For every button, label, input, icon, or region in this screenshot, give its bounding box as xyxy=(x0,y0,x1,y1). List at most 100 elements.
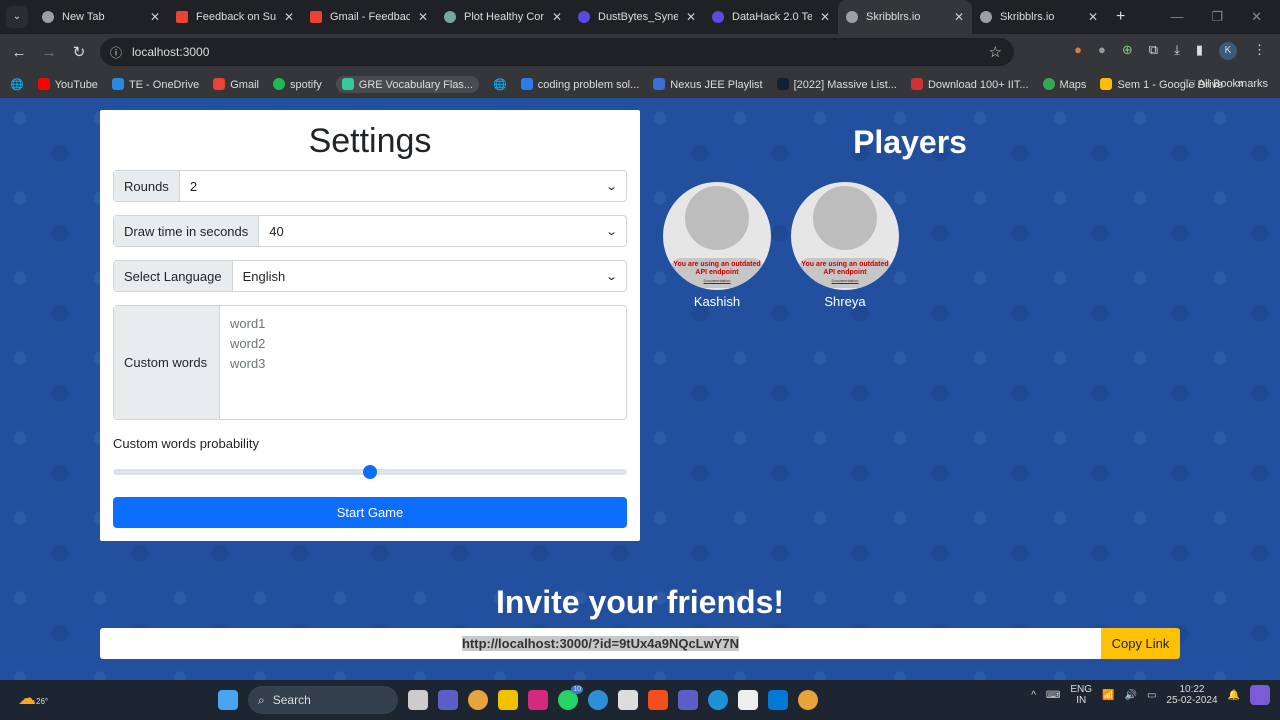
close-tab-icon[interactable]: ✕ xyxy=(418,10,428,24)
tab[interactable]: Gmail - Feedbac ✕ xyxy=(302,0,436,34)
site-info-icon[interactable]: ⓘ xyxy=(110,44,122,61)
bookmark[interactable]: Nexus JEE Playlist xyxy=(653,77,763,91)
taskbar-search[interactable]: ⌕ Search xyxy=(248,686,398,714)
close-tab-icon[interactable]: ✕ xyxy=(954,10,964,24)
close-tab-icon[interactable]: ✕ xyxy=(552,10,562,24)
custom-words-group: Custom words word1 word2 word3 xyxy=(113,305,627,420)
bookmark[interactable]: Maps xyxy=(1042,77,1086,91)
reload-icon[interactable]: ↻ xyxy=(64,43,94,61)
bookmark[interactable]: GRE Vocabulary Flas... xyxy=(335,75,480,93)
teams-icon[interactable] xyxy=(678,690,698,710)
volume-icon[interactable]: 🔊 xyxy=(1124,690,1136,701)
close-tab-icon[interactable]: ✕ xyxy=(284,10,294,24)
profile-avatar[interactable]: K xyxy=(1219,42,1237,60)
vscode-icon[interactable] xyxy=(768,690,788,710)
player-name: Kashish xyxy=(693,294,741,309)
tab[interactable]: Plot Healthy Con ✕ xyxy=(436,0,570,34)
devfolio-icon xyxy=(578,11,590,23)
tab[interactable]: Feedback on Sur ✕ xyxy=(168,0,302,34)
tab-active[interactable]: Skribblrs.io ✕ xyxy=(838,0,972,34)
teams-chat-icon[interactable] xyxy=(438,690,458,710)
bookmark[interactable]: coding problem sol... xyxy=(520,77,639,91)
all-bookmarks[interactable]: 🗀 All Bookmarks xyxy=(1184,75,1268,94)
weather-widget[interactable]: ☁26° xyxy=(18,688,48,709)
start-game-button[interactable]: Start Game xyxy=(113,497,627,528)
taskbar: ☁26° ⌕ Search 10 ^ ⌨ ENG IN 📶 🔊 ▭ 10:22 25-… xyxy=(0,680,1280,720)
file-explorer-icon[interactable] xyxy=(498,690,518,710)
back-icon[interactable]: ← xyxy=(4,44,34,61)
close-window-button[interactable]: ✕ xyxy=(1251,9,1262,25)
tab[interactable]: New Tab ✕ xyxy=(34,0,168,34)
avatar: You are using an outdated API endpoint Do… xyxy=(791,182,899,290)
windows-start-icon[interactable] xyxy=(218,690,238,710)
download-icon[interactable]: ⤓ xyxy=(1174,42,1180,60)
chrome-icon[interactable] xyxy=(468,690,488,710)
probability-slider[interactable] xyxy=(113,465,627,479)
chrome-icon xyxy=(42,11,54,23)
language-select[interactable]: Select Language English ⌄ xyxy=(113,260,627,292)
settings-card: Settings Rounds 2 ⌄ Draw time in seconds 40… xyxy=(100,110,640,541)
menu-kebab-icon[interactable]: ⋮ xyxy=(1253,42,1266,60)
bookmark[interactable]: [2022] Massive List... xyxy=(776,77,897,91)
figma-icon[interactable] xyxy=(648,690,668,710)
battery-icon[interactable]: ▭ xyxy=(1147,690,1156,701)
bookmark[interactable]: Download 100+ IIT... xyxy=(910,77,1029,91)
whatsapp-icon[interactable]: 10 xyxy=(558,685,583,710)
draw-time-select[interactable]: Draw time in seconds 40 ⌄ xyxy=(113,215,627,247)
bookmark[interactable]: spotify xyxy=(272,77,322,91)
keyboard-icon[interactable]: ⌨ xyxy=(1046,690,1060,701)
chevron-down-icon: ⌄ xyxy=(604,225,618,238)
avatar: You are using an outdated API endpoint Do… xyxy=(663,182,771,290)
store-icon[interactable] xyxy=(738,690,758,710)
tab-search-button[interactable]: ⌄ xyxy=(6,6,28,28)
invite-link-input[interactable]: http://localhost:3000/?id=9tUx4a9NQcLwY7… xyxy=(100,628,1101,659)
globe-icon xyxy=(846,11,858,23)
chatgpt-icon xyxy=(444,11,456,23)
notification-bell-icon[interactable]: 🔔 xyxy=(1228,690,1240,701)
slider-thumb[interactable] xyxy=(363,465,377,479)
tab[interactable]: DustBytes_Syner ✕ xyxy=(570,0,704,34)
tab-strip: ⌄ New Tab ✕ Feedback on Sur ✕ Gmail - Feed… xyxy=(0,0,1280,34)
url-input[interactable]: ⓘ localhost:3000 ☆ xyxy=(100,38,1014,66)
new-tab-button[interactable]: + xyxy=(1116,8,1125,26)
bookmark[interactable]: YouTube xyxy=(37,77,98,91)
wifi-icon[interactable]: 📶 xyxy=(1102,690,1114,701)
cookie-extension-icon[interactable]: ● xyxy=(1074,42,1082,60)
address-bar-row: ← → ↻ ⓘ localhost:3000 ☆ ● ● ⊕ ⧉ ⤓ ▮ K ⋮ xyxy=(0,34,1280,70)
bookmark[interactable]: Gmail xyxy=(213,77,259,91)
chrome-profile-icon[interactable] xyxy=(798,690,818,710)
tab[interactable]: Skribblrs.io ✕ xyxy=(972,0,1106,34)
extension-icon[interactable]: ● xyxy=(1098,42,1106,60)
players-list: You are using an outdated API endpoint Do… xyxy=(663,182,899,309)
edge-icon[interactable] xyxy=(708,690,728,710)
close-tab-icon[interactable]: ✕ xyxy=(1088,10,1098,24)
bookmark-star-icon[interactable]: ☆ xyxy=(989,43,1002,61)
tray-chevron-icon[interactable]: ^ xyxy=(1031,690,1036,701)
bookmark[interactable]: TE - OneDrive xyxy=(111,77,199,91)
add-extension-icon[interactable]: ⊕ xyxy=(1122,42,1133,60)
language-indicator[interactable]: ENG IN xyxy=(1070,684,1092,706)
minimize-button[interactable]: — xyxy=(1170,9,1183,25)
extensions-puzzle-icon[interactable]: ⧉ xyxy=(1149,42,1158,60)
globe-icon: 🌐 xyxy=(10,78,24,91)
side-panel-icon[interactable]: ▮ xyxy=(1196,42,1203,60)
devfolio-icon xyxy=(712,11,724,23)
maximize-button[interactable]: ❐ xyxy=(1211,9,1223,25)
forward-icon[interactable]: → xyxy=(34,44,64,61)
tab[interactable]: DataHack 2.0 Ter ✕ xyxy=(704,0,838,34)
close-tab-icon[interactable]: ✕ xyxy=(150,10,160,24)
copilot-icon[interactable] xyxy=(1250,685,1270,705)
app-icon[interactable] xyxy=(588,690,608,710)
player-name: Shreya xyxy=(824,294,866,309)
clock[interactable]: 10:22 25-02-2024 xyxy=(1166,684,1217,706)
close-tab-icon[interactable]: ✕ xyxy=(820,10,830,24)
instagram-icon[interactable] xyxy=(528,690,548,710)
task-view-icon[interactable] xyxy=(408,690,428,710)
custom-words-textarea[interactable]: word1 word2 word3 xyxy=(220,306,626,419)
rounds-select[interactable]: Rounds 2 ⌄ xyxy=(113,170,627,202)
snipping-tool-icon[interactable] xyxy=(618,690,638,710)
copy-link-button[interactable]: Copy Link xyxy=(1101,628,1180,659)
close-tab-icon[interactable]: ✕ xyxy=(686,10,696,24)
chevron-down-icon: ⌄ xyxy=(604,270,618,283)
search-icon: ⌕ xyxy=(258,692,265,707)
